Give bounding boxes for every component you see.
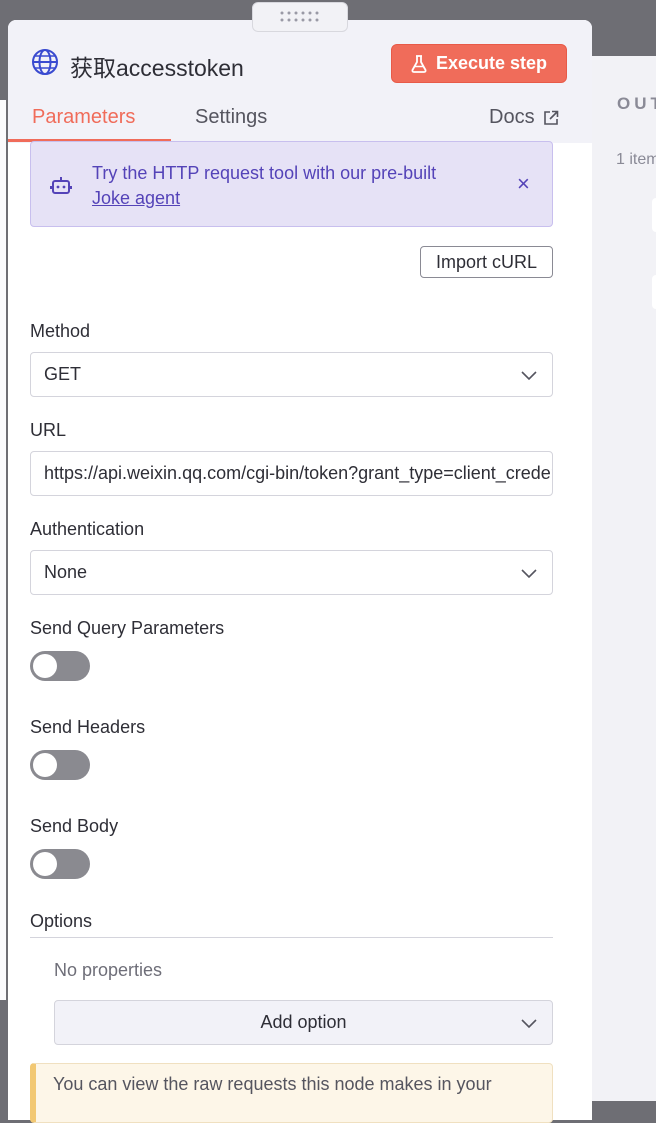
callout-message: Try the HTTP request tool with our pre-b… xyxy=(92,163,437,183)
tab-parameters[interactable]: Parameters xyxy=(32,106,135,129)
import-curl-button[interactable]: Import cURL xyxy=(420,246,553,278)
authentication-value: None xyxy=(44,562,88,582)
method-select[interactable]: GET xyxy=(30,352,553,397)
output-pane xyxy=(590,56,656,1101)
joke-agent-link[interactable]: Joke agent xyxy=(92,188,180,208)
panel-header: 获取accesstoken Execute step Parameters Se… xyxy=(8,20,592,143)
raw-requests-notice: You can view the raw requests this node … xyxy=(30,1063,553,1123)
output-control[interactable] xyxy=(652,198,656,232)
method-value: GET xyxy=(44,364,82,384)
authentication-select[interactable]: None xyxy=(30,550,553,595)
authentication-label: Authentication xyxy=(30,519,145,539)
chevron-down-icon xyxy=(521,1019,537,1029)
grip-icon xyxy=(280,11,319,22)
no-properties-text: No properties xyxy=(54,960,163,980)
tab-settings[interactable]: Settings xyxy=(195,106,267,129)
send-headers-label: Send Headers xyxy=(30,717,146,737)
node-title[interactable]: 获取accesstoken xyxy=(70,49,244,83)
send-query-parameters-toggle[interactable] xyxy=(30,651,90,681)
options-divider xyxy=(30,937,553,938)
add-option-label: Add option xyxy=(260,1012,347,1032)
url-value: https://api.weixin.qq.com/cgi-bin/token?… xyxy=(44,463,553,483)
callout-text: Try the HTTP request tool with our pre-b… xyxy=(92,161,436,211)
drag-handle[interactable] xyxy=(252,2,348,32)
output-item-count: 1 item xyxy=(616,151,656,168)
chevron-down-icon xyxy=(521,371,537,381)
output-control[interactable] xyxy=(652,275,656,309)
tab-docs-label: Docs xyxy=(489,106,535,128)
add-option-button[interactable]: Add option xyxy=(54,1000,553,1045)
send-query-parameters-label: Send Query Parameters xyxy=(30,618,225,638)
flask-icon xyxy=(411,54,427,73)
toggle-knob xyxy=(33,852,57,876)
output-title: OUT xyxy=(617,94,656,113)
tab-docs[interactable]: Docs xyxy=(489,106,559,129)
options-label: Options xyxy=(30,911,93,931)
url-label: URL xyxy=(30,420,67,440)
url-input[interactable]: https://api.weixin.qq.com/cgi-bin/token?… xyxy=(30,451,553,496)
input-pane-edge xyxy=(0,100,6,1000)
chevron-down-icon xyxy=(521,569,537,579)
execute-step-button[interactable]: Execute step xyxy=(391,44,567,83)
external-link-icon xyxy=(543,110,558,125)
toggle-knob xyxy=(33,753,57,777)
http-tool-callout: Try the HTTP request tool with our pre-b… xyxy=(30,141,553,227)
send-body-label: Send Body xyxy=(30,816,119,836)
method-label: Method xyxy=(30,321,91,341)
execute-step-label: Execute step xyxy=(435,53,548,73)
send-headers-toggle[interactable] xyxy=(30,750,90,780)
robot-icon xyxy=(50,177,72,194)
toggle-knob xyxy=(33,654,57,678)
send-body-toggle[interactable] xyxy=(30,849,90,879)
close-icon[interactable]: × xyxy=(517,171,530,197)
globe-icon xyxy=(32,49,58,75)
